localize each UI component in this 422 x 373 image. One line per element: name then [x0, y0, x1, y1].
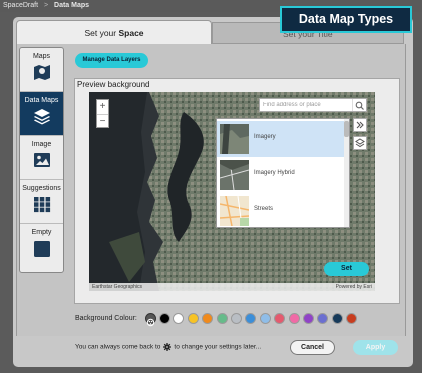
imagery-hybrid-thumbnail	[220, 160, 249, 190]
basemap-gallery-scrollbar[interactable]	[344, 119, 349, 227]
colour-swatch[interactable]	[303, 313, 314, 324]
basemap-gallery: Imagery Imagery Hybrid Streets	[216, 118, 350, 228]
background-colour-label: Background Colour:	[75, 315, 137, 322]
map-search-input[interactable]	[263, 99, 349, 111]
attribution-source: Earthstar Geographics	[92, 284, 143, 290]
map-search-button[interactable]	[352, 99, 366, 111]
sidebar-item-label: Image	[31, 141, 52, 148]
footer-note-before: You can always come back to	[75, 343, 161, 351]
square-icon	[33, 241, 50, 257]
streets-thumbnail	[220, 196, 249, 226]
colour-swatch[interactable]	[187, 313, 199, 324]
sidebar-item-suggestions[interactable]: Suggestions	[20, 180, 63, 224]
basemap-item-label: Imagery Hybrid	[254, 170, 295, 176]
sidebar-item-label: Empty	[31, 229, 52, 236]
footer-note-after: to change your settings later...	[174, 343, 262, 351]
colour-swatch[interactable]	[288, 313, 300, 324]
breadcrumb-root[interactable]: SpaceDraft	[3, 2, 38, 9]
zoom-in-button[interactable]: +	[97, 100, 108, 114]
sidebar-item-label: Suggestions	[22, 185, 61, 192]
breadcrumb-separator: >	[43, 2, 49, 9]
callout-label: Data Map Types	[280, 6, 412, 33]
grid-icon	[33, 197, 50, 213]
colour-swatch[interactable]	[259, 313, 271, 324]
image-icon	[33, 153, 50, 167]
footer-note: You can always come back to to change yo…	[75, 343, 261, 351]
tab-set-your-space[interactable]: Set your Space	[16, 20, 212, 44]
palette-icon	[146, 318, 155, 327]
layers-icon	[33, 109, 50, 125]
basemap-item-imagery-hybrid[interactable]: Imagery Hybrid	[217, 157, 345, 193]
manage-data-layers-button[interactable]: Manage Data Layers	[75, 53, 148, 68]
map-attribution: Earthstar Geographics Powered by Esri	[89, 283, 375, 291]
basemap-item-imagery[interactable]: Imagery	[217, 121, 345, 157]
colour-picker-button[interactable]	[145, 313, 156, 327]
sidebar-item-maps[interactable]: Maps	[20, 48, 63, 92]
attribution-powered-by[interactable]: Powered by Esri	[336, 283, 372, 291]
colour-swatch[interactable]	[231, 313, 242, 324]
imagery-thumbnail	[220, 124, 249, 154]
double-chevron-right-icon	[356, 121, 364, 129]
expand-map-button[interactable]	[353, 118, 367, 132]
gear-icon	[163, 343, 172, 351]
set-basemap-button[interactable]: Set	[324, 262, 369, 276]
layers-outline-icon	[355, 138, 365, 148]
cancel-button[interactable]: Cancel	[290, 340, 335, 355]
tab-label-strong: Space	[118, 28, 144, 38]
zoom-control: + −	[96, 99, 109, 128]
search-icon	[355, 101, 364, 110]
zoom-out-button[interactable]: −	[97, 114, 108, 128]
tab-label-prefix: Set your	[84, 28, 119, 38]
map-search-box	[259, 98, 367, 112]
basemap-item-label: Imagery	[254, 134, 276, 140]
sidebar-item-empty[interactable]: Empty	[20, 224, 63, 268]
basemap-item-label: Streets	[254, 206, 274, 212]
map-icon	[33, 65, 50, 80]
basemap-layers-button[interactable]	[353, 136, 367, 150]
sidebar-item-image[interactable]: Image	[20, 136, 63, 180]
colour-swatch[interactable]	[216, 313, 228, 324]
sidebar: Maps Data Maps Image Suggestions Empty	[19, 47, 64, 273]
preview-background-label: Preview background	[77, 80, 150, 89]
sidebar-item-data-maps[interactable]: Data Maps	[20, 92, 63, 136]
sidebar-item-label: Data Maps	[24, 97, 59, 104]
sidebar-item-label: Maps	[32, 53, 51, 60]
colour-swatch[interactable]	[159, 313, 170, 324]
breadcrumb-current: Data Maps	[54, 2, 90, 9]
colour-swatch[interactable]	[331, 313, 343, 324]
scrollbar-thumb[interactable]	[344, 121, 349, 137]
basemap-item-streets[interactable]: Streets	[217, 193, 345, 227]
apply-button[interactable]: Apply	[353, 340, 398, 355]
